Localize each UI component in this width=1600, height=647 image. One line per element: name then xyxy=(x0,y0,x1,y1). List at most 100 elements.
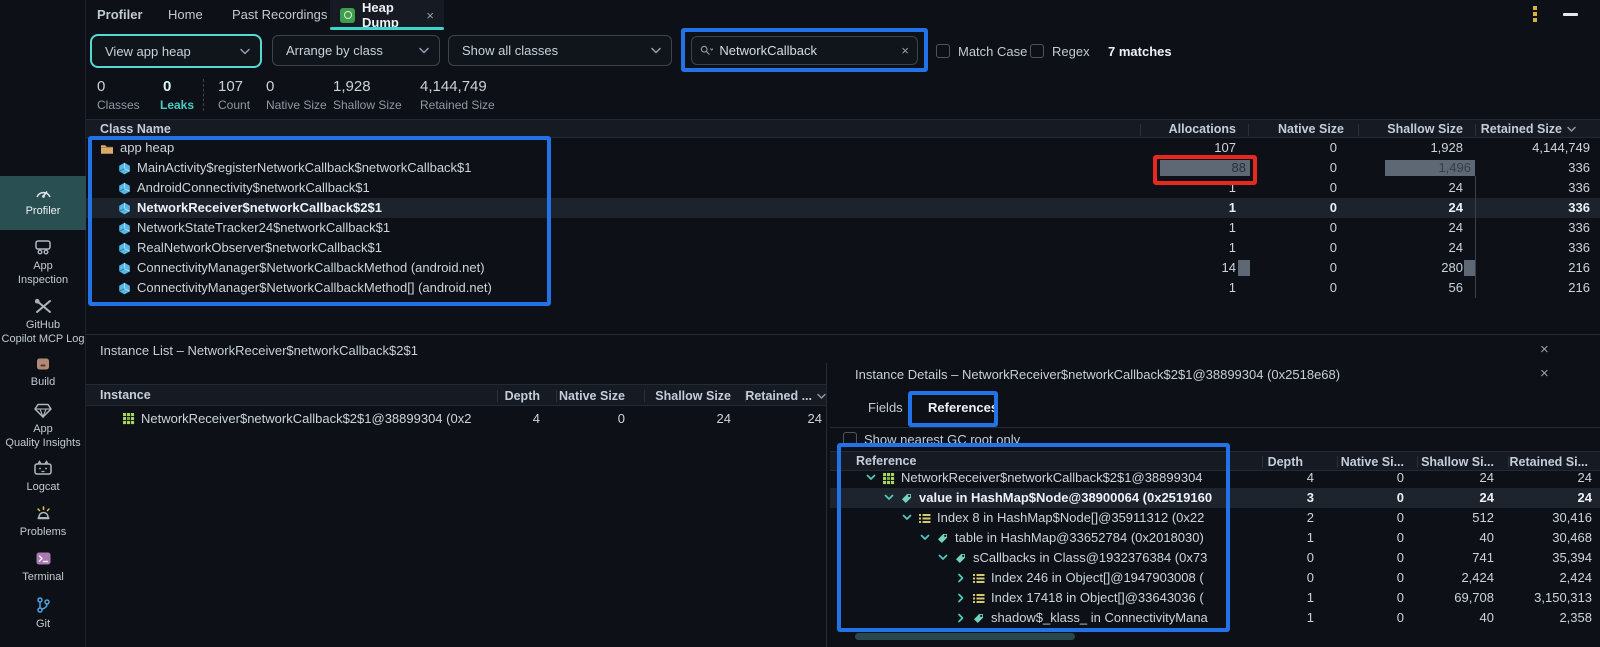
sidebar-item-label-2: Quality Insights xyxy=(5,437,81,449)
sidebar-item-profiler[interactable]: Profiler xyxy=(0,176,86,230)
table-row[interactable]: RealNetworkObserver$networkCallback$1 1 … xyxy=(86,238,1600,258)
depth-value: 3 xyxy=(1306,490,1314,505)
arrange-select-value: Arrange by class xyxy=(286,43,383,58)
tab-references[interactable]: References xyxy=(928,400,998,415)
native-value: 0 xyxy=(1329,280,1337,295)
tab-home[interactable]: Home xyxy=(168,7,203,22)
retained-value: 336 xyxy=(1568,220,1590,235)
chevron-right-icon[interactable] xyxy=(956,613,966,623)
col-native-size[interactable]: Native Size xyxy=(1254,120,1344,139)
native-value: 0 xyxy=(1329,160,1337,175)
tree-row-selected[interactable]: value in HashMap$Node@38900064 (0x251916… xyxy=(830,488,1600,508)
retained-value: 24 xyxy=(807,411,822,426)
search-icon xyxy=(700,45,714,55)
col-instance[interactable]: Instance xyxy=(100,388,151,402)
minimize-icon[interactable] xyxy=(1563,13,1578,16)
instance-details-title: Instance Details – NetworkReceiver$netwo… xyxy=(855,367,1341,382)
sort-desc-icon xyxy=(1567,126,1576,132)
shallow-value: 40 xyxy=(1479,530,1494,545)
class-name: AndroidConnectivity$networkCallback$1 xyxy=(137,180,370,195)
search-field[interactable]: × xyxy=(691,36,918,65)
field-tag-icon xyxy=(902,493,911,503)
col-class-name[interactable]: Class Name xyxy=(100,122,171,136)
retained-value: 2,358 xyxy=(1559,610,1592,625)
horizontal-scrollbar[interactable] xyxy=(855,633,1075,640)
retained-value: 24 xyxy=(1577,490,1592,505)
col-shallow-size[interactable]: Shallow Size xyxy=(1363,120,1463,139)
tab-close-icon[interactable]: × xyxy=(426,9,434,22)
tab-heap-dump[interactable]: Heap Dump × xyxy=(330,0,444,30)
table-row[interactable]: MainActivity$registerNetworkCallback$net… xyxy=(86,158,1600,178)
alloc-value: 1 xyxy=(1228,240,1236,255)
stat-leaks-label[interactable]: Leaks xyxy=(160,98,194,112)
panel-divider[interactable] xyxy=(826,363,827,647)
heap-select-dropdown[interactable]: View app heap xyxy=(90,34,262,68)
table-row-selected[interactable]: NetworkReceiver$networkCallback$2$1 1 0 … xyxy=(86,198,1600,218)
chevron-right-icon[interactable] xyxy=(956,573,966,583)
sidebar-item-app-inspection[interactable]: App Inspection xyxy=(0,238,86,287)
tree-row[interactable]: table in HashMap@33652784 (0x2018030) 1 … xyxy=(830,528,1600,548)
gc-root-label: Show nearest GC root only xyxy=(864,432,1021,447)
tree-row[interactable]: shadow$_klass_ in ConnectivityMana 1 0 4… xyxy=(830,608,1600,628)
table-row[interactable]: ConnectivityManager$NetworkCallbackMetho… xyxy=(86,278,1600,298)
chevron-down-icon[interactable] xyxy=(866,473,876,483)
tree-row[interactable]: Index 246 in Object[]@1947903008 ( 0 0 2… xyxy=(830,568,1600,588)
tree-row[interactable]: Index 17418 in Object[]@33643036 ( 1 0 6… xyxy=(830,588,1600,608)
table-row[interactable]: AndroidConnectivity$networkCallback$1 1 … xyxy=(86,178,1600,198)
regex-label: Regex xyxy=(1052,44,1090,59)
tab-heap-dump-label: Heap Dump xyxy=(362,0,399,30)
tree-row[interactable]: Index 8 in HashMap$Node[]@35911312 (0x22… xyxy=(830,508,1600,528)
sidebar-item-label: Problems xyxy=(19,526,67,538)
search-input[interactable] xyxy=(719,43,896,58)
folder-icon xyxy=(100,144,114,154)
native-value: 0 xyxy=(1329,240,1337,255)
reference-text: shadow$_klass_ in ConnectivityMana xyxy=(991,610,1208,625)
sidebar-item-logcat[interactable]: Logcat xyxy=(0,460,86,494)
match-case-checkbox[interactable] xyxy=(936,44,950,58)
col-depth[interactable]: Depth xyxy=(470,387,540,406)
col-retained-size[interactable]: Retained Size xyxy=(1452,120,1562,139)
col-allocations[interactable]: Allocations xyxy=(1126,120,1236,139)
table-row[interactable]: ConnectivityManager$NetworkCallbackMetho… xyxy=(86,258,1600,278)
col-shallow-size[interactable]: Shallow Size xyxy=(636,387,731,406)
regex-checkbox[interactable] xyxy=(1030,44,1044,58)
retained-value: 3,150,313 xyxy=(1534,590,1592,605)
sidebar-item-git[interactable]: Git xyxy=(0,596,86,631)
chevron-down-icon[interactable] xyxy=(920,533,930,543)
tree-row[interactable]: sCallbacks in Class@1932376384 (0x73 0 0… xyxy=(830,548,1600,568)
retained-value: 2,424 xyxy=(1559,570,1592,585)
tab-past-recordings[interactable]: Past Recordings xyxy=(232,7,327,22)
chevron-down-icon[interactable] xyxy=(884,493,894,503)
instance-row[interactable]: NetworkReceiver$networkCallback$2$1@3889… xyxy=(86,408,826,429)
table-row[interactable]: NetworkStateTracker24$networkCallback$1 … xyxy=(86,218,1600,238)
tab-fields[interactable]: Fields xyxy=(868,400,903,415)
arrange-select-dropdown[interactable]: Arrange by class xyxy=(272,35,440,66)
sidebar-item-label: App xyxy=(33,260,53,272)
shallow-value: 24 xyxy=(716,411,731,426)
native-value: 0 xyxy=(1329,220,1337,235)
stat-shallow-value: 1,928 xyxy=(333,78,371,95)
shallow-value: 280 xyxy=(1441,260,1463,275)
chevron-right-icon[interactable] xyxy=(956,593,966,603)
native-value: 0 xyxy=(1329,140,1337,155)
table-row[interactable]: app heap 107 0 1,928 4,144,749 xyxy=(86,138,1600,158)
sidebar-item-github-copilot-mcp-log[interactable]: GitHub Copilot MCP Log xyxy=(0,298,86,346)
sidebar-item-app-quality-insights[interactable]: App Quality Insights xyxy=(0,402,86,450)
tool-window-sidebar: Profiler App Inspection GitHub Copilot M… xyxy=(0,0,86,647)
sidebar-item-build[interactable]: Build xyxy=(0,356,86,389)
col-native-size[interactable]: Native Size xyxy=(545,387,625,406)
gc-root-checkbox[interactable] xyxy=(843,432,857,446)
sidebar-item-problems[interactable]: Problems xyxy=(0,505,86,539)
instance-details-close-icon[interactable]: × xyxy=(1540,366,1549,381)
kebab-menu-icon[interactable] xyxy=(1533,6,1537,22)
chevron-down-icon[interactable] xyxy=(902,513,912,523)
sidebar-item-terminal[interactable]: Terminal xyxy=(0,550,86,584)
chevron-down-icon[interactable] xyxy=(938,553,948,563)
native-value: 0 xyxy=(1329,200,1337,215)
col-reference[interactable]: Reference xyxy=(856,454,916,468)
search-clear-icon[interactable]: × xyxy=(901,44,909,57)
instance-list-close-icon[interactable]: × xyxy=(1540,342,1549,357)
gem-icon xyxy=(0,402,86,419)
classes-select-dropdown[interactable]: Show all classes xyxy=(448,35,672,66)
tree-row[interactable]: NetworkReceiver$networkCallback$2$1@3889… xyxy=(830,468,1600,488)
